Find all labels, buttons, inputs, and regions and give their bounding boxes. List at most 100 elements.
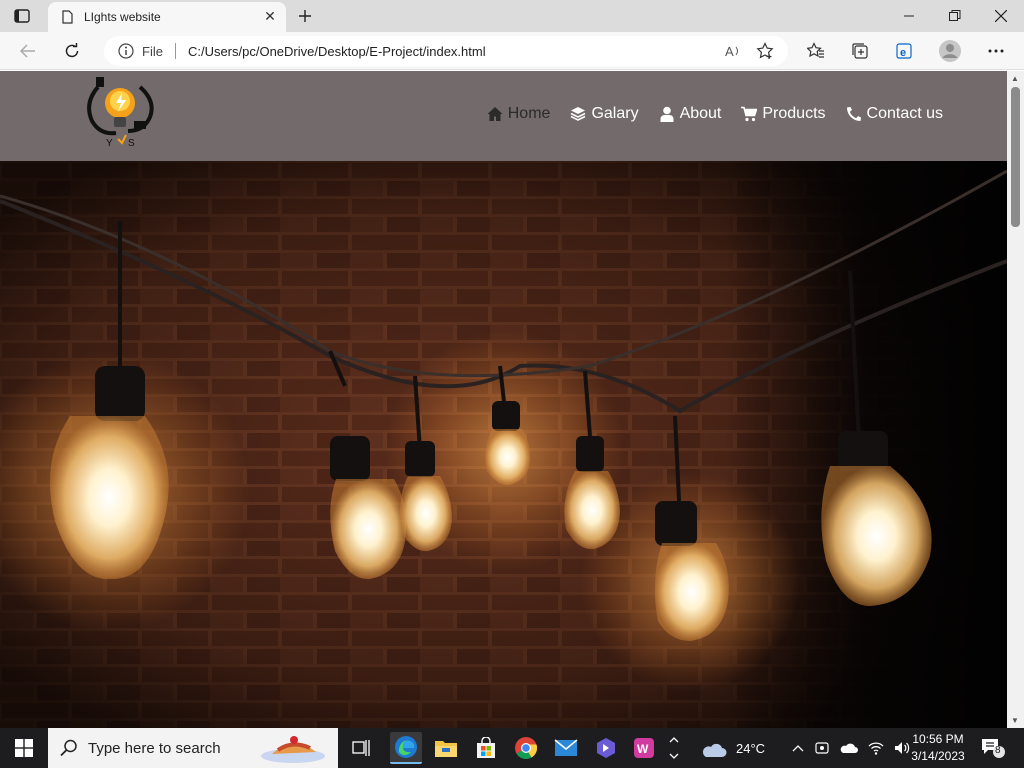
new-tab-button[interactable] [294, 5, 316, 27]
svg-text:A: A [725, 44, 734, 59]
close-window-button[interactable] [978, 0, 1024, 32]
scrollbar-thumb[interactable] [1011, 87, 1020, 227]
collections-button[interactable] [846, 37, 874, 65]
user-icon [660, 106, 674, 122]
system-tray [792, 738, 910, 758]
nav-galary-label: Galary [591, 105, 639, 122]
tray-chevron-icon[interactable] [792, 744, 804, 752]
cart-icon [741, 106, 758, 122]
nav-contact[interactable]: Contact us [846, 105, 943, 123]
layers-icon [571, 107, 586, 121]
info-icon[interactable] [118, 43, 134, 59]
plus-icon [299, 10, 311, 22]
settings-menu-button[interactable] [982, 37, 1010, 65]
string-lights-photo [0, 161, 1007, 728]
system-clock[interactable]: 10:56 PM 3/14/2023 [904, 731, 972, 765]
search-placeholder: Type here to search [88, 739, 221, 757]
chrome-button[interactable] [510, 732, 542, 764]
minimize-button[interactable] [886, 0, 932, 32]
onedrive-cloud-icon[interactable] [840, 741, 858, 755]
minimize-icon [904, 15, 914, 17]
svg-text:Y: Y [106, 138, 113, 149]
store-icon [477, 737, 495, 758]
nav-about[interactable]: About [659, 105, 722, 123]
mail-icon [554, 739, 578, 756]
notification-icon [982, 739, 1005, 758]
address-url[interactable]: C:/Users/pc/OneDrive/Desktop/E-Project/i… [188, 44, 486, 59]
ie-mode-button[interactable]: e [890, 37, 918, 65]
pie-art-icon [261, 736, 325, 763]
site-header: Y S Home Galary About Products Contact u… [0, 71, 1007, 161]
nav-home-label: Home [507, 105, 551, 122]
webpage: Y S Home Galary About Products Contact u… [0, 71, 1007, 728]
back-button[interactable] [14, 37, 42, 65]
start-button[interactable] [0, 728, 48, 768]
taskbar-search[interactable]: Type here to search [48, 728, 338, 768]
task-view-button[interactable] [346, 732, 378, 764]
avatar-icon [939, 40, 961, 62]
nav-contact-label: Contact us [866, 105, 943, 122]
restore-button[interactable] [932, 0, 978, 32]
edge-icon [395, 736, 417, 758]
nav-galary[interactable]: Galary [570, 105, 639, 123]
hero-image [0, 161, 1007, 728]
page-icon [62, 10, 73, 24]
bulb-logo-icon: Y S [87, 77, 154, 149]
browser-tab-bar: LIghts website ✕ [0, 0, 1024, 32]
nav-about-label: About [679, 105, 722, 122]
close-icon [995, 10, 1007, 22]
arrow-left-icon [20, 44, 35, 58]
clock-date: 3/14/2023 [911, 749, 965, 763]
nav-products[interactable]: Products [741, 105, 826, 123]
weather-widget[interactable]: 24°C [700, 728, 765, 768]
tab-actions-icon [14, 9, 30, 23]
tab-title: LIghts website [84, 10, 161, 24]
notification-count: 8 [995, 745, 1001, 756]
edge-taskbar-button[interactable] [390, 732, 422, 764]
windows-logo-icon [15, 739, 33, 757]
wifi-icon[interactable] [868, 741, 884, 755]
profile-button[interactable] [936, 37, 964, 65]
folder-icon [435, 741, 457, 757]
app-w-button[interactable]: W [628, 732, 660, 764]
overflow-chevron-icon [669, 737, 679, 759]
phone-icon [846, 107, 861, 121]
add-favorite-icon[interactable] [756, 42, 774, 60]
page-scrollbar[interactable]: ▲ ▼ [1007, 71, 1024, 728]
restore-icon [949, 10, 961, 21]
nav-products-label: Products [762, 105, 826, 122]
close-tab-icon[interactable]: ✕ [262, 8, 278, 24]
notification-center-button[interactable]: 8 [980, 736, 1006, 760]
mail-button[interactable] [550, 732, 582, 764]
clock-time: 10:56 PM [912, 732, 964, 746]
read-aloud-icon[interactable]: A [724, 42, 742, 60]
svg-text:S: S [128, 138, 135, 149]
browser-toolbar: File C:/Users/pc/OneDrive/Desktop/E-Proj… [0, 32, 1024, 70]
taskbar-overflow-button[interactable] [664, 732, 684, 764]
favorites-button[interactable] [802, 37, 830, 65]
address-bar[interactable]: File C:/Users/pc/OneDrive/Desktop/E-Proj… [104, 36, 788, 66]
refresh-button[interactable] [58, 37, 86, 65]
weather-cloud-moon-icon [702, 739, 727, 757]
scroll-up-icon[interactable]: ▲ [1011, 74, 1019, 83]
scroll-down-icon[interactable]: ▼ [1011, 716, 1019, 725]
file-explorer-button[interactable] [430, 732, 462, 764]
refresh-icon [65, 43, 79, 58]
browser-tab[interactable]: LIghts website ✕ [48, 2, 286, 32]
site-logo[interactable]: Y S [80, 73, 160, 153]
weather-temp: 24°C [736, 740, 766, 756]
power-automate-button[interactable] [590, 732, 622, 764]
search-icon [60, 739, 77, 757]
app-w-icon: W [634, 738, 654, 758]
favorites-icon [807, 42, 824, 58]
meet-now-icon[interactable] [814, 740, 830, 756]
more-icon [988, 49, 1004, 53]
store-button[interactable] [470, 732, 502, 764]
tab-actions-button[interactable] [8, 6, 36, 26]
chrome-icon [515, 737, 538, 759]
svg-text:e: e [900, 47, 906, 59]
nav-home[interactable]: Home [487, 105, 551, 123]
collections-icon [852, 43, 868, 59]
address-scheme: File [142, 43, 163, 59]
main-nav: Home Galary About Products Contact us [487, 105, 943, 123]
